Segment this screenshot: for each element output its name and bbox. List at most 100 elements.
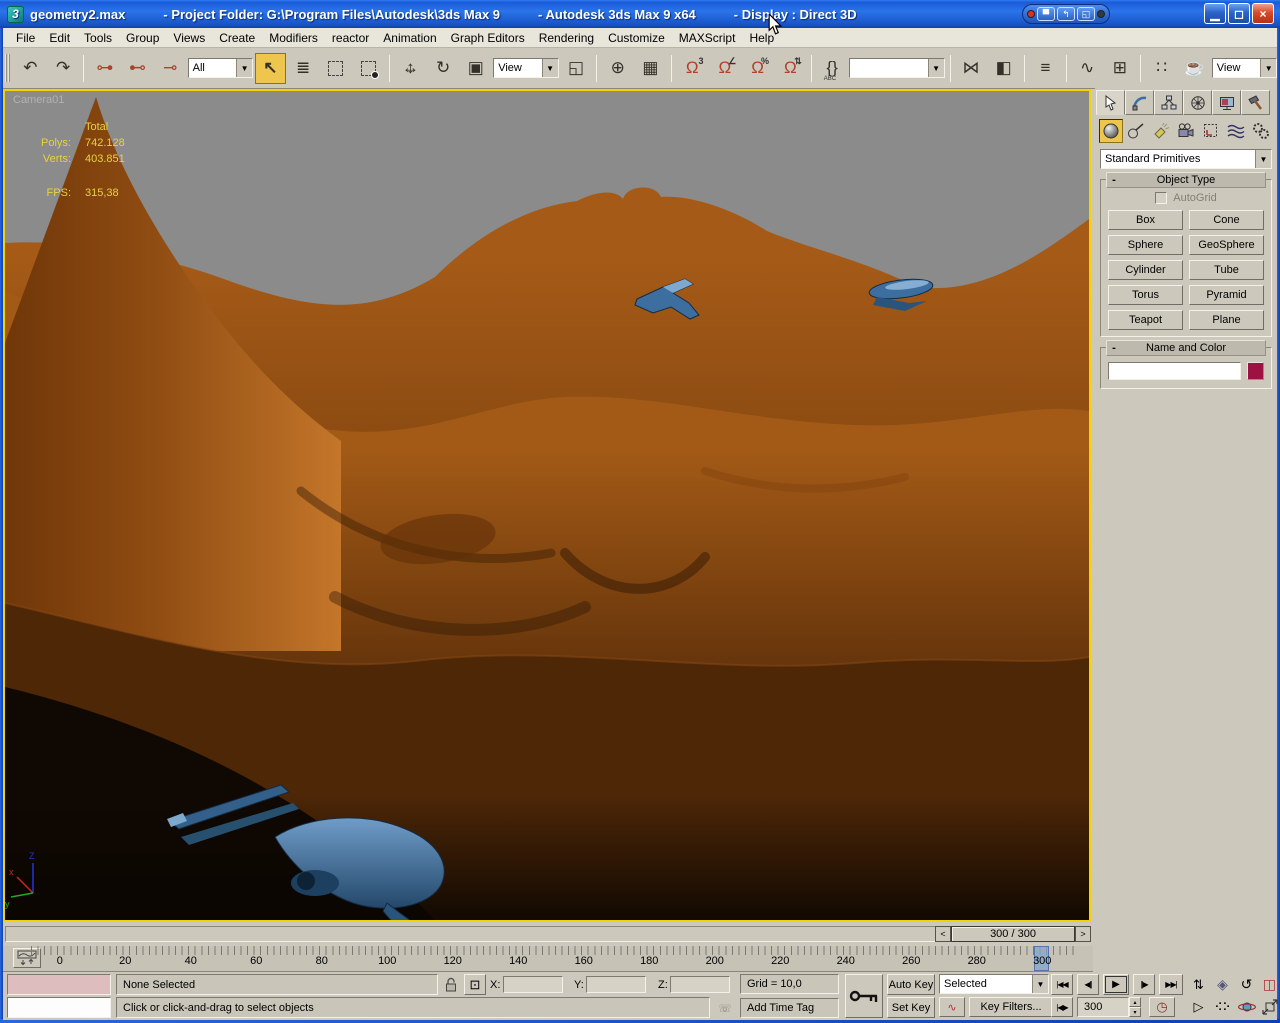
unlink-selection-icon[interactable]: ⊷: [122, 53, 153, 84]
select-by-name-button[interactable]: ≣: [288, 53, 319, 84]
key-mode-toggle-button[interactable]: |◀▶: [1051, 997, 1073, 1017]
menu-item[interactable]: Modifiers: [262, 29, 325, 47]
previous-frame-arrow[interactable]: <: [935, 926, 951, 942]
selection-filter-dropdown[interactable]: All ▼: [187, 58, 254, 78]
object-type-button[interactable]: Box: [1108, 210, 1183, 230]
frame-spinner[interactable]: ▴ ▾: [1129, 997, 1141, 1017]
category-shapes[interactable]: [1124, 119, 1148, 143]
mirror-button[interactable]: ⋈: [956, 53, 987, 84]
primitives-category-dropdown[interactable]: Standard Primitives ▼: [1100, 149, 1272, 169]
menu-item[interactable]: Views: [166, 29, 212, 47]
category-systems[interactable]: [1249, 119, 1273, 143]
bind-to-space-warp-icon[interactable]: ⊸: [155, 53, 186, 84]
dropdown-arrow-icon[interactable]: ▼: [541, 59, 558, 77]
next-frame-arrow[interactable]: >: [1075, 926, 1091, 942]
maximize-viewport-toggle-button[interactable]: [1258, 997, 1280, 1017]
dolly-camera-button[interactable]: ⇅: [1187, 974, 1210, 995]
add-time-tag-button[interactable]: Add Time Tag: [740, 998, 839, 1018]
menu-item[interactable]: Group: [119, 29, 166, 47]
default-in-out-tangents-button[interactable]: ∿: [939, 997, 965, 1017]
auto-key-button[interactable]: Auto Key: [887, 974, 935, 995]
selection-lock-toggle[interactable]: [442, 974, 460, 995]
object-type-button[interactable]: GeoSphere: [1189, 235, 1264, 255]
category-geometry[interactable]: [1099, 119, 1123, 143]
object-type-button[interactable]: Cylinder: [1108, 260, 1183, 280]
minimize-button[interactable]: ▁: [1204, 3, 1226, 24]
previous-frame-button[interactable]: ◀||: [1077, 974, 1099, 995]
object-type-button[interactable]: Plane: [1189, 310, 1264, 330]
track-bar[interactable]: 0 20 40 60 80 100 120 140 160 180 200 220 240 260 280 3…: [3, 946, 1093, 972]
percent-snap-toggle-button[interactable]: Ω%: [742, 53, 773, 84]
category-lights[interactable]: [1149, 119, 1173, 143]
schematic-view-button[interactable]: ⊞: [1105, 53, 1136, 84]
go-to-end-button[interactable]: ▶▶|: [1159, 974, 1183, 995]
category-helpers[interactable]: [1199, 119, 1223, 143]
menu-item[interactable]: Customize: [601, 29, 672, 47]
category-space-warps[interactable]: [1224, 119, 1248, 143]
widget-red-dot[interactable]: [1027, 10, 1035, 18]
menu-item[interactable]: File: [9, 29, 42, 47]
maxscript-mini-listener-pink[interactable]: [7, 974, 111, 995]
angle-snap-toggle-button[interactable]: Ω ∠: [710, 53, 741, 84]
go-to-start-button[interactable]: |◀◀: [1051, 974, 1073, 995]
zoom-extents-all-button[interactable]: ◈: [1211, 974, 1234, 995]
object-type-button[interactable]: Torus: [1108, 285, 1183, 305]
curve-editor-button[interactable]: ∿: [1072, 53, 1103, 84]
next-frame-button[interactable]: ||▶: [1133, 974, 1155, 995]
play-animation-button[interactable]: ▶: [1103, 974, 1129, 995]
widget-button-2[interactable]: ↰: [1057, 7, 1075, 21]
tab-utilities[interactable]: [1241, 90, 1270, 115]
select-and-scale-button[interactable]: ▣: [460, 53, 491, 84]
widget-dark-dot[interactable]: [1097, 10, 1105, 18]
walk-through-button[interactable]: ⠪⠕: [1211, 997, 1234, 1017]
current-frame-field[interactable]: 300: [1077, 997, 1129, 1017]
object-type-rollout-header[interactable]: - Object Type: [1106, 172, 1266, 188]
maxscript-mini-listener-white[interactable]: [7, 997, 111, 1018]
viewport-camera-label[interactable]: Camera01: [13, 94, 64, 106]
set-keys-button[interactable]: [845, 974, 883, 1018]
menu-item[interactable]: Create: [212, 29, 262, 47]
title-bar[interactable]: 3 geometry2.max - Project Folder: G:\Pro…: [0, 0, 1280, 28]
select-and-manipulate-button[interactable]: ⊕: [602, 53, 633, 84]
object-type-button[interactable]: Tube: [1189, 260, 1264, 280]
communicator-icon[interactable]: ☏: [715, 998, 735, 1018]
align-button[interactable]: ◧: [988, 53, 1019, 84]
redo-button[interactable]: ↷: [48, 53, 79, 84]
object-type-button[interactable]: Pyramid: [1189, 285, 1264, 305]
name-and-color-rollout-header[interactable]: - Name and Color: [1106, 340, 1266, 356]
menu-item[interactable]: reactor: [325, 29, 376, 47]
roll-camera-button[interactable]: ↺: [1235, 974, 1258, 995]
dropdown-arrow-icon[interactable]: ▼: [236, 59, 253, 77]
spinner-up-icon[interactable]: ▴: [1129, 997, 1141, 1007]
y-coordinate-field[interactable]: [586, 976, 646, 993]
window-crossing-toggle-button[interactable]: [353, 53, 384, 84]
widget-button-3[interactable]: ◱: [1077, 7, 1095, 21]
key-filters-button[interactable]: Key Filters...: [969, 997, 1053, 1017]
selection-set-dropdown[interactable]: Selected ▼: [939, 974, 1049, 994]
object-type-button[interactable]: Cone: [1189, 210, 1264, 230]
camera-viewport[interactable]: Z x y Camera01 Total Polys: 742.128 Verts…: [0, 89, 1091, 999]
menu-item[interactable]: MAXScript: [672, 29, 743, 47]
zoom-extents-all-flyout-button[interactable]: ◫: [1258, 974, 1280, 995]
x-coordinate-field[interactable]: [503, 976, 563, 993]
select-object-button[interactable]: ↖: [255, 52, 286, 84]
material-editor-button[interactable]: ∷: [1146, 53, 1177, 84]
undo-button[interactable]: ↶: [15, 53, 46, 84]
autogrid-checkbox[interactable]: [1155, 192, 1168, 204]
dropdown-arrow-icon[interactable]: ▼: [1255, 150, 1271, 168]
reference-coordinate-system-dropdown[interactable]: View ▼: [493, 58, 559, 78]
keyboard-shortcut-override-button[interactable]: ▦: [635, 53, 666, 84]
spinner-snap-toggle-button[interactable]: Ω ⇅: [775, 53, 806, 84]
select-and-move-button[interactable]: ↔ ↕: [395, 53, 426, 84]
set-key-button[interactable]: Set Key: [887, 997, 935, 1018]
titlebar-utility-widget[interactable]: ▀ ↰ ◱: [1022, 4, 1110, 24]
close-button[interactable]: ×: [1252, 3, 1274, 24]
select-and-link-icon[interactable]: ⊶: [89, 53, 120, 84]
absolute-mode-transform-button[interactable]: ⊡: [464, 974, 486, 995]
field-of-view-button[interactable]: ▷: [1187, 997, 1210, 1017]
time-slider[interactable]: < 300 / 300 >: [3, 924, 1093, 944]
dropdown-arrow-icon[interactable]: ▼: [1260, 59, 1277, 77]
tab-display[interactable]: [1212, 90, 1241, 115]
category-cameras[interactable]: [1174, 119, 1198, 143]
menu-item[interactable]: Edit: [42, 29, 77, 47]
